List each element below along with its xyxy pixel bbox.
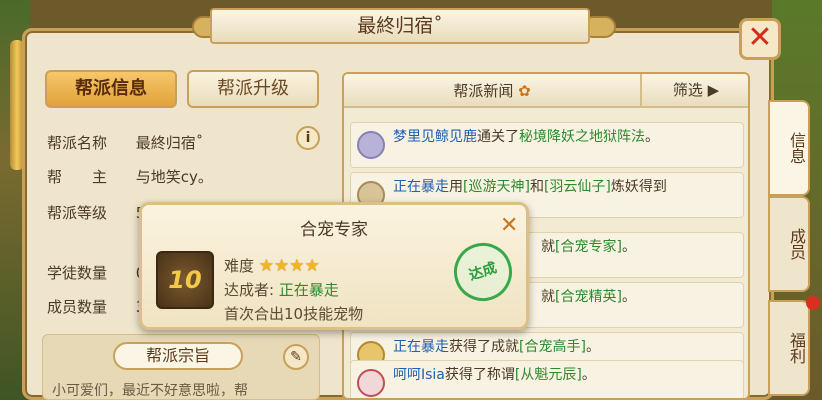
news-text: 就[合宠精英]。 (541, 287, 748, 307)
popup-title: 合宠专家 (300, 220, 368, 240)
news-highlight: [巡游天神] (463, 179, 530, 195)
avatar (357, 131, 385, 159)
achiever-row: 达成者: 正在暴走 (224, 279, 339, 300)
guild-leader-row: 帮 主 与地笑cy。 (47, 166, 213, 187)
guild-leader-value: 与地笑cy。 (135, 168, 213, 186)
news-verb: 获得了成就 (449, 339, 519, 355)
achieved-stamp: 达成 (446, 235, 520, 309)
tab-guild-upgrade[interactable]: 帮派升级 (187, 70, 319, 108)
news-highlight: 秘境降妖之地狱阵法 (519, 129, 645, 145)
achievement-description: 首次合出10技能宠物 (224, 305, 364, 323)
news-header-title: 帮派新闻 ✿ (344, 74, 640, 108)
news-item[interactable]: 呵呵Isia获得了称谓[从魁元辰]。 (350, 360, 744, 398)
motto-text: 小可爱们，最近不好意思啦，帮 (52, 383, 248, 399)
notification-dot (806, 296, 820, 310)
news-highlight: [合宠精英] (555, 289, 622, 305)
player-name[interactable]: 呵呵Isia (393, 367, 445, 383)
member-row: 成员数量 3 (47, 296, 145, 317)
guild-level-row: 帮派等级 5 (47, 202, 145, 223)
close-icon[interactable]: ✕ (500, 213, 518, 238)
news-verb: 就 (541, 289, 555, 305)
news-verb: 就 (541, 239, 555, 255)
tab-guild-info[interactable]: 帮派信息 (45, 70, 177, 108)
guild-name-value: 最終归宿˚ (135, 134, 204, 152)
achiever-label: 达成者: (224, 281, 275, 299)
member-label: 成员数量 (47, 298, 108, 316)
side-tab-members[interactable]: 成员 (768, 196, 810, 292)
player-name[interactable]: 正在暴走 (393, 339, 449, 355)
apprentice-row: 学徒数量 0/ (47, 262, 150, 283)
apprentice-label: 学徒数量 (47, 264, 108, 282)
side-tab-welfare[interactable]: 福利 (768, 300, 810, 396)
news-text: 正在暴走获得了成就[合宠高手]。 (393, 337, 738, 357)
achievement-badge-icon: 10 (156, 251, 214, 309)
news-conj: 和 (529, 179, 544, 195)
news-text: 就[合宠专家]。 (541, 237, 748, 257)
news-highlight: [合宠专家] (555, 239, 622, 255)
edit-pencil-icon[interactable]: ✎ (283, 344, 309, 370)
news-header-label: 帮派新闻 (453, 82, 514, 100)
star-icon: ★ (304, 256, 320, 276)
difficulty-row: 难度 ★★★★ (224, 255, 320, 276)
news-header: 帮派新闻 ✿ 筛选 ▶ (344, 74, 748, 108)
side-tab-info[interactable]: 信息 (768, 100, 810, 196)
news-text: 梦里见鲸见鹿通关了秘境降妖之地狱阵法。 (393, 127, 738, 147)
news-item[interactable]: 梦里见鲸见鹿通关了秘境降妖之地狱阵法。 (350, 122, 744, 168)
news-highlight: [羽云仙子] (543, 179, 611, 195)
triangle-right-icon: ▶ (707, 81, 720, 99)
star-icon: ★ (274, 256, 290, 276)
player-name[interactable]: 梦里见鲸见鹿 (393, 129, 477, 145)
news-highlight: [从魁元辰] (514, 367, 582, 383)
achiever-name[interactable]: 正在暴走 (279, 281, 339, 299)
news-text: 正在暴走用[巡游天神]和[羽云仙子]炼妖得到 (393, 177, 738, 197)
avatar (357, 369, 385, 397)
news-verb: 通关了 (477, 129, 519, 145)
news-end: 。 (645, 129, 659, 145)
star-icon: ★ (289, 256, 305, 276)
difficulty-label: 难度 (224, 257, 255, 275)
news-end: 。 (621, 239, 636, 255)
guild-leader-label: 帮 主 (47, 168, 108, 186)
guild-name-label: 帮派名称 (47, 134, 108, 152)
news-end: 。 (581, 367, 596, 383)
achievement-popup: 合宠专家 ✕ 10 难度 ★★★★ 达成者: 正在暴走 首次合出10技能宠物 达… (139, 202, 529, 330)
window-title: 最終归宿˚ (210, 8, 590, 44)
gear-icon: ✿ (518, 82, 531, 100)
guild-level-label: 帮派等级 (47, 204, 108, 222)
guild-name-row: 帮派名称 最終归宿˚ (47, 132, 203, 153)
info-icon[interactable]: i (296, 126, 320, 150)
filter-label: 筛选 (672, 81, 703, 99)
news-verb: 获得了称谓 (444, 367, 515, 383)
motto-title: 帮派宗旨 (113, 342, 243, 370)
news-highlight: [合宠高手] (519, 339, 586, 355)
news-end: 炼妖得到 (610, 179, 667, 195)
news-text: 呵呵Isia获得了称谓[从魁元辰]。 (393, 365, 738, 385)
news-end: 。 (621, 289, 636, 305)
close-icon[interactable]: ✕ (739, 18, 781, 60)
news-end: 。 (585, 339, 600, 355)
news-verb: 用 (449, 179, 463, 195)
filter-button[interactable]: 筛选 ▶ (640, 74, 748, 106)
player-name[interactable]: 正在暴走 (393, 179, 449, 195)
star-icon: ★ (258, 256, 275, 276)
